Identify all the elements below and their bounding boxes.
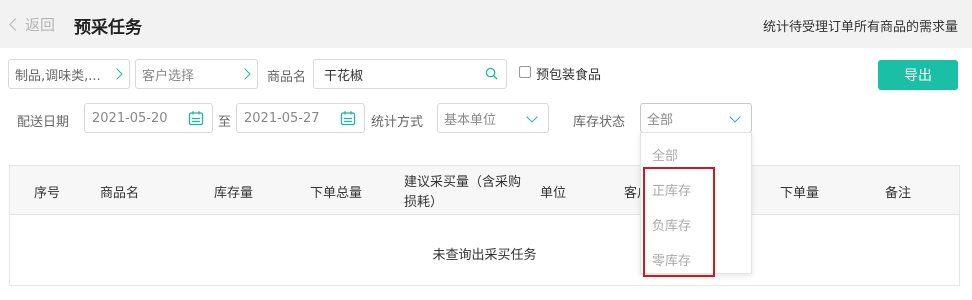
table-header: 序号 商品名 库存量 下单总量 建议采买量（含采购损耗） 单位 客户 下单量 备…	[10, 166, 959, 215]
stock-status-select[interactable]: 全部	[640, 103, 752, 133]
export-button[interactable]: 导出	[878, 60, 958, 90]
calendar-icon	[188, 111, 204, 126]
chevron-right-icon	[111, 68, 123, 80]
prepackaged-checkbox[interactable]	[519, 66, 531, 78]
stock-status-label: 库存状态	[573, 115, 626, 130]
prepackaged-label: 预包装食品	[536, 68, 602, 83]
date-to-value: 2021-05-27	[244, 110, 320, 126]
stat-method-label: 统计方式	[371, 115, 424, 130]
category-value: 制品,调味类,...	[15, 68, 101, 84]
stat-method-value: 基本单位	[444, 112, 497, 128]
back-button[interactable]: 返回	[8, 14, 55, 35]
stat-method-select[interactable]: 基本单位	[437, 103, 549, 133]
calendar-icon	[340, 111, 356, 126]
col-header-order-total: 下单总量	[310, 186, 363, 201]
date-range-separator: 至	[218, 115, 232, 130]
date-from-value: 2021-05-20	[92, 110, 168, 126]
col-header-order-qty: 下单量	[780, 186, 820, 201]
dropdown-option-all[interactable]: 全部	[652, 145, 678, 164]
customer-placeholder: 客户选择	[142, 68, 195, 84]
empty-message: 未查询出采买任务	[432, 248, 537, 263]
header-note: 统计待受理订单所有商品的需求量	[762, 20, 958, 35]
date-to-input[interactable]: 2021-05-27	[236, 103, 365, 133]
purchase-task-table: 序号 商品名 库存量 下单总量 建议采买量（含采购损耗） 单位 客户 下单量 备…	[9, 165, 960, 286]
chevron-down-icon	[526, 111, 538, 123]
customer-select[interactable]: 客户选择	[135, 59, 258, 89]
product-name-label: 商品名	[267, 70, 307, 85]
product-name-input[interactable]: 干花椒	[313, 59, 507, 89]
col-header-index: 序号	[34, 186, 61, 201]
chevron-down-icon	[729, 111, 741, 123]
chevron-right-icon	[239, 68, 251, 80]
product-name-value: 干花椒	[324, 68, 364, 84]
delivery-date-label: 配送日期	[17, 115, 70, 130]
back-label: 返回	[25, 16, 56, 34]
search-icon[interactable]	[485, 67, 498, 80]
stock-status-value: 全部	[647, 112, 674, 128]
date-from-input[interactable]: 2021-05-20	[84, 103, 213, 133]
page-header: 返回 预采任务 统计待受理订单所有商品的需求量	[0, 0, 972, 48]
annotation-highlight-box	[643, 167, 715, 277]
chevron-left-icon	[9, 18, 22, 31]
col-header-unit: 单位	[540, 186, 567, 201]
col-header-remark: 备注	[885, 186, 912, 201]
col-header-product: 商品名	[100, 186, 140, 201]
category-select[interactable]: 制品,调味类,...	[8, 59, 130, 89]
col-header-stock: 库存量	[214, 186, 254, 201]
page-title: 预采任务	[74, 18, 142, 38]
col-header-suggested: 建议采买量（含采购损耗）	[404, 175, 522, 210]
